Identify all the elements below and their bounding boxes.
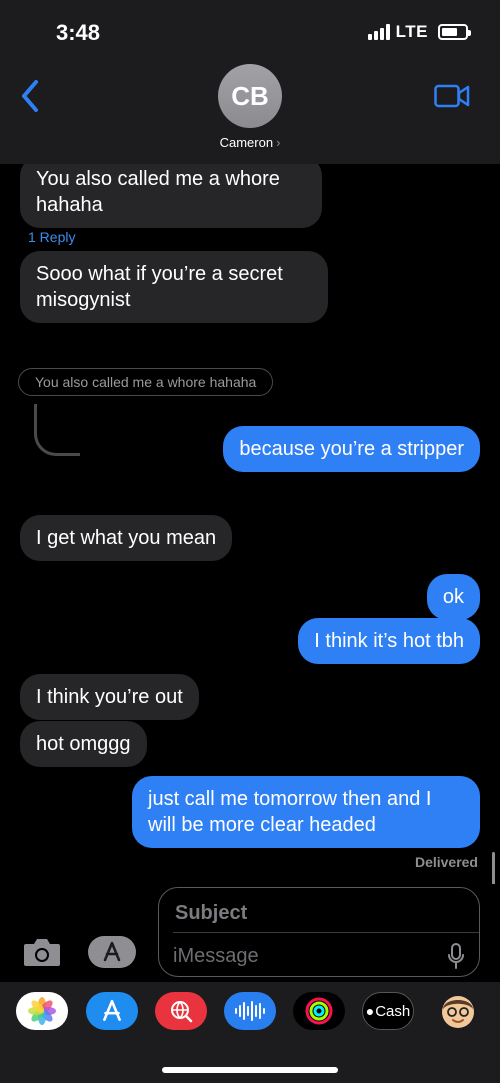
scroll-indicator[interactable] [492,852,495,884]
input-divider [173,932,479,933]
microphone-icon[interactable] [447,942,465,970]
message-outgoing[interactable]: because you’re a stripper [223,426,480,472]
apple-cash-icon[interactable]: ● Cash [362,992,414,1030]
subject-input[interactable] [175,900,465,926]
message-incoming[interactable]: You also called me a whore hahaha [20,164,322,228]
waveform-icon [235,1001,265,1021]
app-store-icon[interactable] [86,992,138,1030]
status-bar: 3:48 LTE [0,0,500,64]
imessage-input[interactable] [173,942,433,970]
cash-label: Cash [375,1002,411,1020]
message-outgoing[interactable]: ok [426,574,480,620]
activity-icon[interactable] [293,992,345,1030]
cellular-signal-icon [367,24,390,40]
app-store-drawer-button[interactable] [88,936,136,968]
photos-app-icon[interactable] [16,992,68,1030]
audio-message-icon[interactable] [224,992,276,1030]
camera-icon[interactable] [22,936,62,968]
app-store-icon [103,941,121,962]
photos-flower-icon [28,997,56,1025]
contact-name-text: Cameron [219,135,274,150]
reply-count-link[interactable]: 1 Reply [28,229,75,245]
apple-logo-icon: ● [365,1003,375,1019]
composer [0,884,500,982]
reply-quote[interactable]: You also called me a whore hahaha [18,368,274,396]
message-incoming[interactable]: I get what you mean [20,515,233,561]
message-incoming[interactable]: Sooo what if you’re a secret misogynist [20,251,328,323]
facetime-video-icon[interactable] [434,84,470,108]
battery-icon [438,24,471,40]
web-images-icon[interactable] [155,992,207,1030]
back-chevron-icon[interactable] [18,78,44,114]
reply-connector-line [34,404,80,456]
message-thread[interactable]: You also called me a whore hahaha 1 Repl… [0,164,500,884]
status-time: 3:48 [56,20,101,45]
contact-avatar[interactable]: CB [218,64,282,128]
message-outgoing[interactable]: just call me tomorrow then and I will be… [132,776,480,848]
app-drawer: ● Cash [0,982,500,1083]
chevron-right-icon: › [276,135,281,150]
globe-search-icon [171,1001,193,1023]
message-input-box[interactable] [158,887,480,977]
memoji-icon[interactable] [432,992,484,1030]
activity-rings-icon [305,997,333,1025]
network-type: LTE [395,22,428,41]
avatar-initials: CB [231,80,269,111]
delivered-status: Delivered [414,854,478,870]
memoji-face-icon [442,996,474,1028]
message-incoming[interactable]: hot omggg [20,721,147,767]
app-store-glyph-icon [103,999,121,1021]
message-incoming[interactable]: I think you’re out [20,674,199,720]
home-indicator[interactable] [162,1067,338,1073]
contact-name[interactable]: Cameron › [0,135,500,150]
message-outgoing[interactable]: I think it’s hot tbh [298,618,480,664]
status-indicators: LTE [367,22,471,42]
